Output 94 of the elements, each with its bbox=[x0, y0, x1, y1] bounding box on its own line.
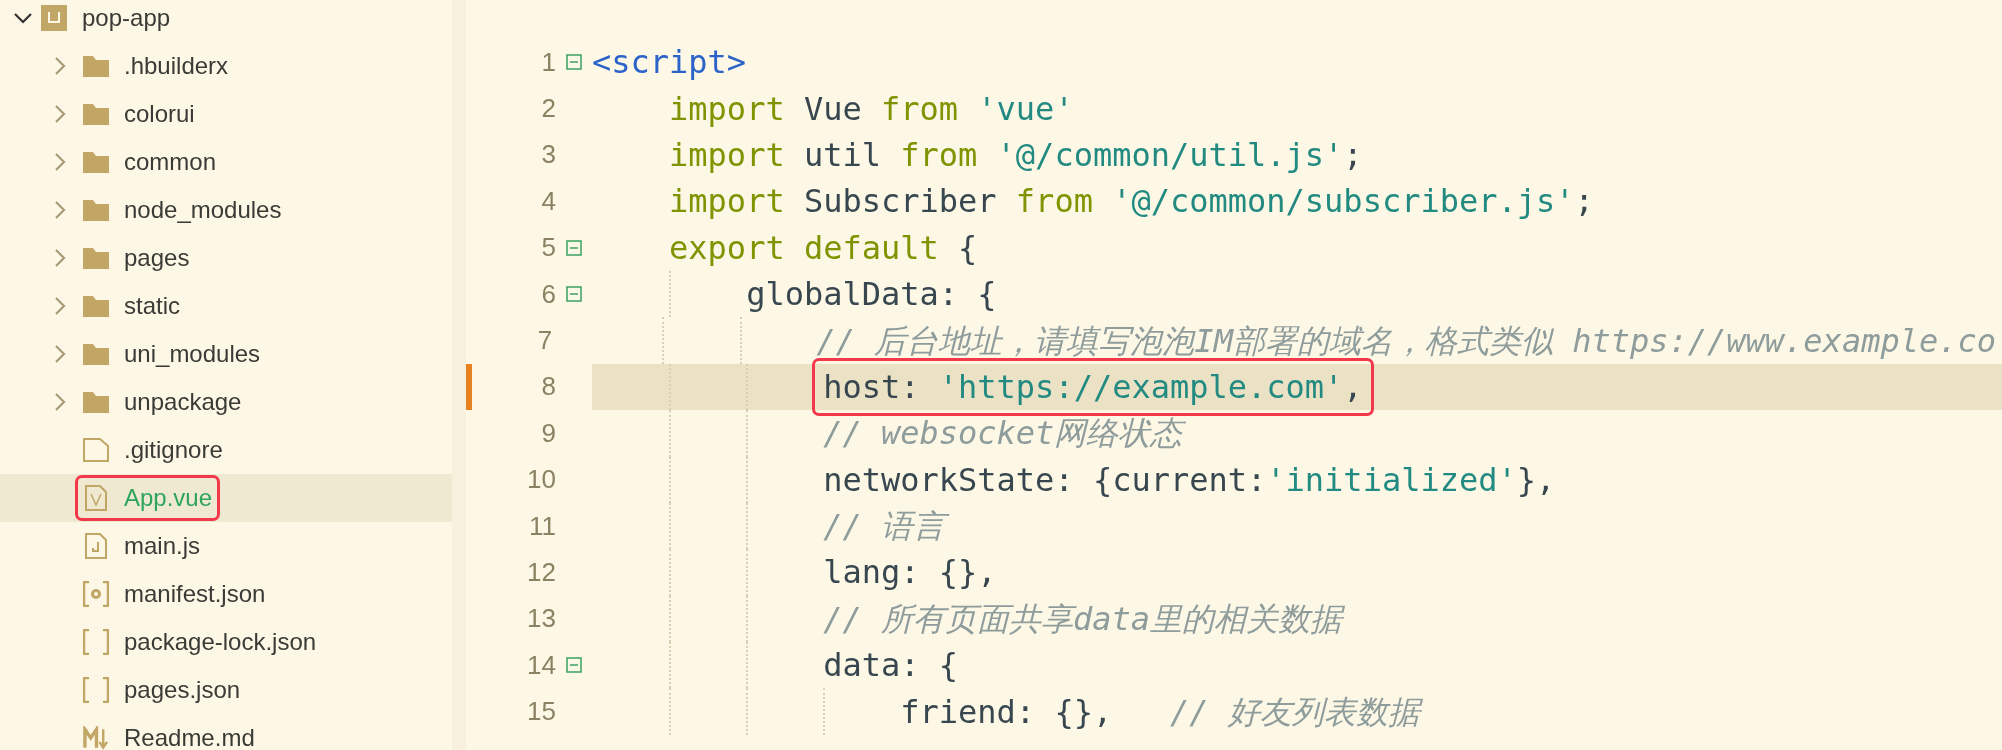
tree-label: uni_modules bbox=[124, 339, 261, 369]
folder-icon bbox=[83, 391, 109, 413]
tree-label: static bbox=[124, 291, 180, 321]
tree-item[interactable]: static bbox=[0, 282, 452, 330]
code-token: export default bbox=[669, 227, 939, 269]
code-token: data: { bbox=[823, 645, 959, 687]
line-number: 7 bbox=[536, 324, 553, 358]
line-number: 11 bbox=[528, 509, 556, 543]
tree-label: .gitignore bbox=[124, 435, 223, 465]
folder-icon bbox=[83, 343, 109, 365]
tree-item[interactable]: common bbox=[0, 138, 452, 186]
tree-item[interactable]: pop-app bbox=[0, 0, 452, 42]
line-number: 2 bbox=[540, 92, 556, 126]
code-token: lang: {}, bbox=[823, 552, 997, 594]
code-comment: // websocket网络状态 bbox=[823, 411, 1189, 456]
code-token: globalData: { bbox=[746, 274, 997, 316]
line-number: 9 bbox=[540, 416, 556, 450]
line-number: 1 bbox=[540, 45, 556, 79]
tree-item[interactable]: main.js bbox=[0, 522, 452, 570]
tree-label: .hbuilderx bbox=[124, 51, 229, 81]
tree-item[interactable]: colorui bbox=[0, 90, 452, 138]
tree-label: pop-app bbox=[82, 3, 171, 33]
tree-item[interactable]: pages bbox=[0, 234, 452, 282]
tree-item[interactable]: package-lock.json bbox=[0, 618, 452, 666]
code-comment: // 语言 bbox=[823, 504, 951, 549]
line-number: 8 bbox=[540, 370, 556, 404]
file-icon bbox=[83, 438, 109, 462]
code-token: import bbox=[669, 88, 785, 130]
folder-icon bbox=[83, 295, 109, 317]
line-number: 15 bbox=[526, 695, 556, 729]
tree-label: main.js bbox=[124, 531, 201, 561]
tree-item[interactable]: .gitignore bbox=[0, 426, 452, 474]
code-token: 'https://example.com' bbox=[938, 366, 1344, 408]
code-token: , bbox=[1343, 366, 1363, 408]
code-token: ; bbox=[1574, 181, 1594, 223]
code-token: from bbox=[881, 88, 959, 130]
line-number: 4 bbox=[540, 184, 556, 218]
line-number: 5 bbox=[540, 231, 556, 265]
code-token: ; bbox=[1343, 134, 1363, 176]
markdown-icon bbox=[83, 726, 109, 750]
line-number: 3 bbox=[540, 138, 556, 172]
folder-icon bbox=[83, 103, 109, 125]
line-number: 10 bbox=[526, 463, 556, 497]
code-token: '@/common/util.js' bbox=[995, 134, 1344, 176]
folder-icon bbox=[83, 199, 109, 221]
brackets-icon bbox=[83, 629, 109, 655]
line-number: 12 bbox=[526, 556, 556, 589]
code-token: friend: {}, bbox=[900, 691, 1114, 733]
vue-file-icon bbox=[85, 485, 107, 511]
code-token: Vue bbox=[802, 88, 863, 130]
tree-label: package-lock.json bbox=[124, 627, 317, 657]
js-file-icon bbox=[85, 533, 107, 559]
tree-item[interactable]: Readme.md bbox=[0, 714, 452, 750]
line-number: 6 bbox=[540, 277, 556, 311]
tree-item[interactable]: .hbuilderx bbox=[0, 42, 452, 90]
code-token: '@/common/subscriber.js' bbox=[1111, 181, 1575, 223]
folder-icon bbox=[83, 55, 109, 77]
tree-item[interactable]: node_modules bbox=[0, 186, 452, 234]
code-token: import bbox=[669, 181, 785, 223]
brackets-icon bbox=[83, 677, 109, 703]
tree-label: App.vue bbox=[124, 483, 213, 513]
folder-icon bbox=[83, 247, 109, 269]
code-token: <script> bbox=[592, 42, 747, 84]
tree-label: unpackage bbox=[124, 387, 242, 417]
code-token: Subscriber bbox=[802, 181, 998, 223]
tree-label: pages.json bbox=[124, 675, 241, 705]
tree-label: pages bbox=[124, 243, 190, 273]
code-token: }, bbox=[1516, 459, 1556, 501]
code-token: 'vue' bbox=[976, 88, 1074, 130]
code-token: from bbox=[1015, 181, 1093, 223]
code-comment: // 后台地址，请填写泡泡IM部署的域名，格式类似 https://www.example.co bbox=[816, 320, 1997, 362]
code-token: from bbox=[900, 134, 978, 176]
folder-icon bbox=[83, 151, 109, 173]
code-comment: // 所有页面共享data里的相关数据 bbox=[823, 598, 1346, 640]
code-token: host: bbox=[823, 366, 921, 408]
project-icon bbox=[41, 5, 67, 31]
tree-label: colorui bbox=[124, 99, 195, 129]
code-token: util bbox=[802, 134, 882, 176]
config-file-icon bbox=[83, 581, 109, 607]
tree-label: Readme.md bbox=[124, 723, 255, 750]
code-token: import bbox=[669, 134, 785, 176]
tree-label: manifest.json bbox=[124, 579, 266, 609]
tree-item[interactable]: manifest.json bbox=[0, 570, 452, 618]
code-comment: // 好友列表数据 bbox=[1169, 689, 1426, 734]
tree-item[interactable]: unpackage bbox=[0, 378, 452, 426]
line-number: 13 bbox=[526, 602, 556, 636]
tree-label: node_modules bbox=[124, 195, 282, 225]
tree-item[interactable]: uni_modules bbox=[0, 330, 452, 378]
line-number: 14 bbox=[526, 648, 556, 682]
code-token: { bbox=[957, 227, 978, 269]
tree-label: common bbox=[124, 147, 217, 177]
code-token: networkState: {current: bbox=[823, 459, 1267, 501]
code-token: 'initialized' bbox=[1266, 459, 1517, 501]
tree-item[interactable]: pages.json bbox=[0, 666, 452, 714]
